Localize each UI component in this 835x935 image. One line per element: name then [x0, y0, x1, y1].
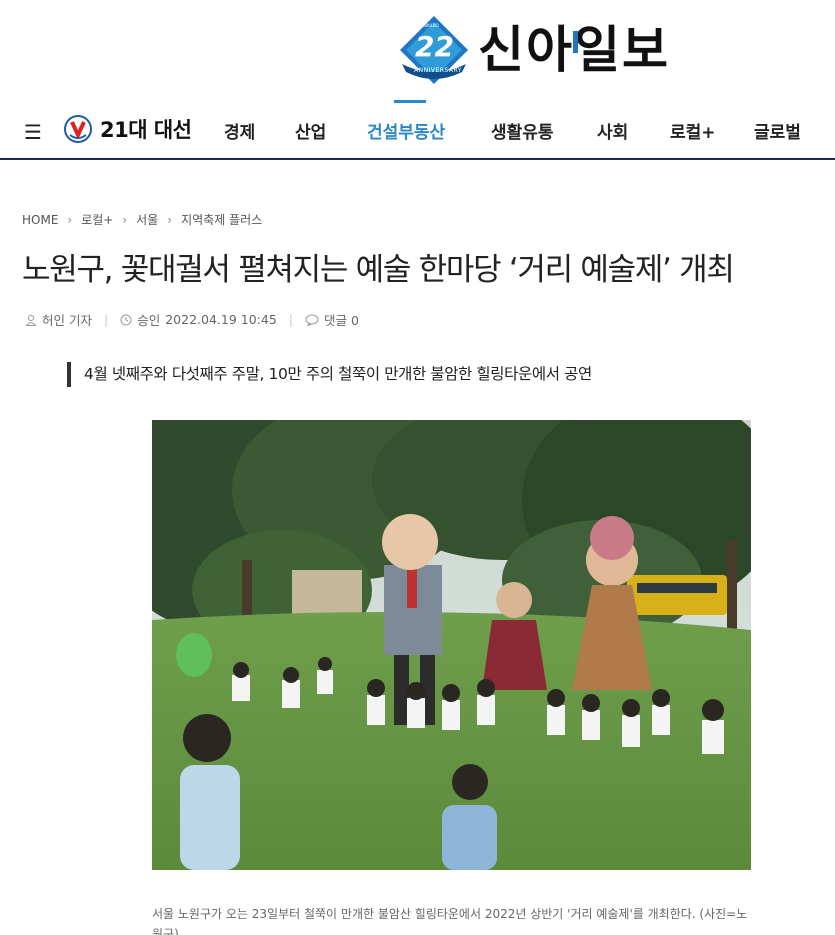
active-indicator [394, 100, 426, 103]
hamburger-menu-icon[interactable]: ☰ [24, 120, 42, 144]
comment-count[interactable]: 댓글 0 [324, 310, 359, 329]
brand-accent [573, 31, 578, 53]
anniversary-sub: SINAILBO [420, 23, 439, 28]
comment-icon [305, 314, 319, 326]
chevron-right-icon: › [67, 212, 73, 227]
user-icon [25, 314, 37, 326]
nav-item-retail[interactable]: 생활유통 [491, 118, 554, 143]
article-title: 노원구, 꽃대궐서 펼쳐지는 예술 한마당 ‘거리 예술제’ 개최 [22, 252, 735, 288]
festival-photo [152, 420, 751, 870]
breadcrumb-seoul[interactable]: 서울 [136, 211, 158, 228]
clock-icon [120, 314, 132, 325]
nav-item-local[interactable]: 로컬+ [670, 118, 716, 143]
divider: | [288, 312, 294, 327]
chevron-right-icon: › [122, 212, 128, 227]
breadcrumb: HOME › 로컬+ › 서울 › 지역축제 플러스 [22, 211, 262, 228]
nav-item-construction[interactable]: 건설부동산 [367, 118, 445, 143]
anniversary-emblem: 22 ANNIVERSARY SINAILBO [398, 14, 470, 86]
anniversary-label: ANNIVERSARY [414, 67, 462, 74]
breadcrumb-home[interactable]: HOME [22, 213, 58, 227]
main-nav: ☰ 21대 대선 경제 산업 건설부동산 생활유통 사회 로컬+ 글로벌 [0, 104, 835, 160]
article-meta: 허인 기자 | 승인 2022.04.19 10:45 | 댓글 0 [25, 310, 359, 329]
election-logo-icon [64, 115, 92, 143]
brand-name: 신아일보 [478, 25, 670, 75]
anniversary-number: 22 [415, 30, 454, 63]
election-banner[interactable]: 21대 대선 [64, 114, 192, 144]
divider: | [103, 312, 109, 327]
nav-item-global[interactable]: 글로벌 [754, 118, 801, 143]
chevron-right-icon: › [167, 212, 173, 227]
approved-label: 승인 [137, 313, 161, 328]
breadcrumb-festival[interactable]: 지역축제 플러스 [181, 211, 262, 228]
article-photo[interactable] [152, 420, 751, 870]
approved-date: 2022.04.19 10:45 [165, 312, 277, 327]
election-label: 21대 대선 [100, 118, 192, 142]
article-subtitle: 4월 넷째주와 다섯째주 주말, 10만 주의 철쭉이 만개한 불암한 힐링타운… [67, 362, 592, 387]
site-logo[interactable]: 22 ANNIVERSARY SINAILBO 신아일보 [398, 14, 670, 86]
nav-item-economy[interactable]: 경제 [224, 118, 255, 143]
breadcrumb-local[interactable]: 로컬+ [81, 211, 113, 228]
nav-item-society[interactable]: 사회 [597, 118, 628, 143]
photo-caption: 서울 노원구가 오는 23일부터 철쭉이 만개한 불암산 힐링타운에서 2022… [152, 907, 748, 935]
nav-item-industry[interactable]: 산업 [295, 118, 326, 143]
author[interactable]: 허인 기자 [42, 310, 92, 329]
